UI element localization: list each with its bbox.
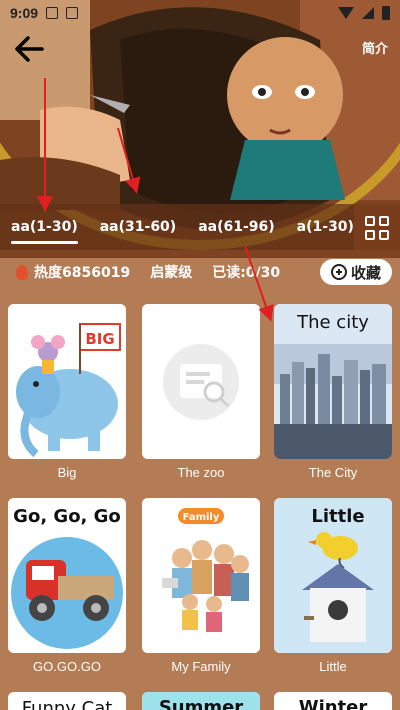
- book-title: The zoo: [177, 465, 225, 480]
- cover-title-text: Winter: [299, 697, 368, 710]
- cover-title-text: BIG: [85, 330, 114, 348]
- book-title: Little: [319, 659, 347, 674]
- status-time: 9:09: [10, 5, 39, 21]
- image-placeholder-icon: [142, 304, 260, 459]
- app-notification-icon: [66, 7, 79, 19]
- heat-count: 热度6856019: [34, 265, 131, 281]
- book-cover: The city: [274, 304, 392, 459]
- book-cover: Little: [274, 498, 392, 653]
- book-card[interactable]: BIG Big: [8, 304, 126, 480]
- cover-title-text: Little: [311, 506, 364, 527]
- tab-aa-61-96[interactable]: aa(61-96): [187, 204, 285, 250]
- book-card[interactable]: Summer: [142, 692, 260, 710]
- book-cover: BIG: [8, 304, 126, 459]
- book-card[interactable]: The city The City: [274, 304, 392, 480]
- cover-title-text: The city: [296, 312, 369, 333]
- intro-button[interactable]: 简介: [362, 38, 388, 57]
- cover-title-text: Family: [183, 512, 220, 523]
- tab-aa-31-60[interactable]: aa(31-60): [89, 204, 187, 250]
- book-cover: Winter: [274, 692, 392, 710]
- level-label: 启蒙级: [150, 265, 193, 281]
- book-cover: Summer: [142, 692, 260, 710]
- cover-title-text: Funny Cat: [22, 698, 113, 710]
- notification-icon: [46, 7, 59, 19]
- book-title: My Family: [171, 659, 231, 674]
- tab-aa-1-30[interactable]: aa(1-30): [0, 204, 89, 250]
- grid-view-icon[interactable]: [354, 204, 400, 250]
- book-title: Big: [57, 465, 77, 480]
- book-cover: Funny Cat: [8, 692, 126, 710]
- cover-title-text: Summer: [159, 697, 243, 710]
- favorite-label: 收藏: [350, 263, 381, 282]
- cover-title-text: Go, Go, Go: [13, 506, 121, 527]
- hero-banner: 9:09 简介 aa(1-30) aa(31-60) aa(61-96) a(1…: [0, 0, 400, 258]
- favorite-button[interactable]: 收藏: [320, 259, 392, 285]
- book-cover: Family: [142, 498, 260, 653]
- book-cover: Go, Go, Go: [8, 498, 126, 653]
- plus-circle-icon: [330, 264, 347, 280]
- tab-bar: aa(1-30) aa(31-60) aa(61-96) a(1-30) a: [0, 204, 400, 250]
- back-arrow-icon: [15, 36, 44, 62]
- back-button[interactable]: [12, 34, 46, 64]
- wifi-icon: [338, 7, 354, 19]
- book-card[interactable]: The zoo: [142, 304, 260, 480]
- book-card[interactable]: Go, Go, Go GO.GO.GO: [8, 498, 126, 674]
- read-progress: 已读:0/30: [212, 265, 281, 281]
- signal-icon: [362, 7, 374, 19]
- flame-icon: [16, 264, 28, 280]
- book-card[interactable]: Funny Cat: [8, 692, 126, 710]
- book-card[interactable]: Winter: [274, 692, 392, 710]
- book-card[interactable]: Little Little: [274, 498, 392, 674]
- book-title: The City: [308, 465, 358, 480]
- book-cover-placeholder: [142, 304, 260, 459]
- book-title: GO.GO.GO: [33, 659, 101, 674]
- book-info-row: 热度6856019 启蒙级 已读:0/30 收藏: [0, 258, 400, 286]
- status-bar: 9:09: [0, 0, 400, 26]
- battery-icon: [382, 6, 390, 20]
- book-card[interactable]: Family My Family: [142, 498, 260, 674]
